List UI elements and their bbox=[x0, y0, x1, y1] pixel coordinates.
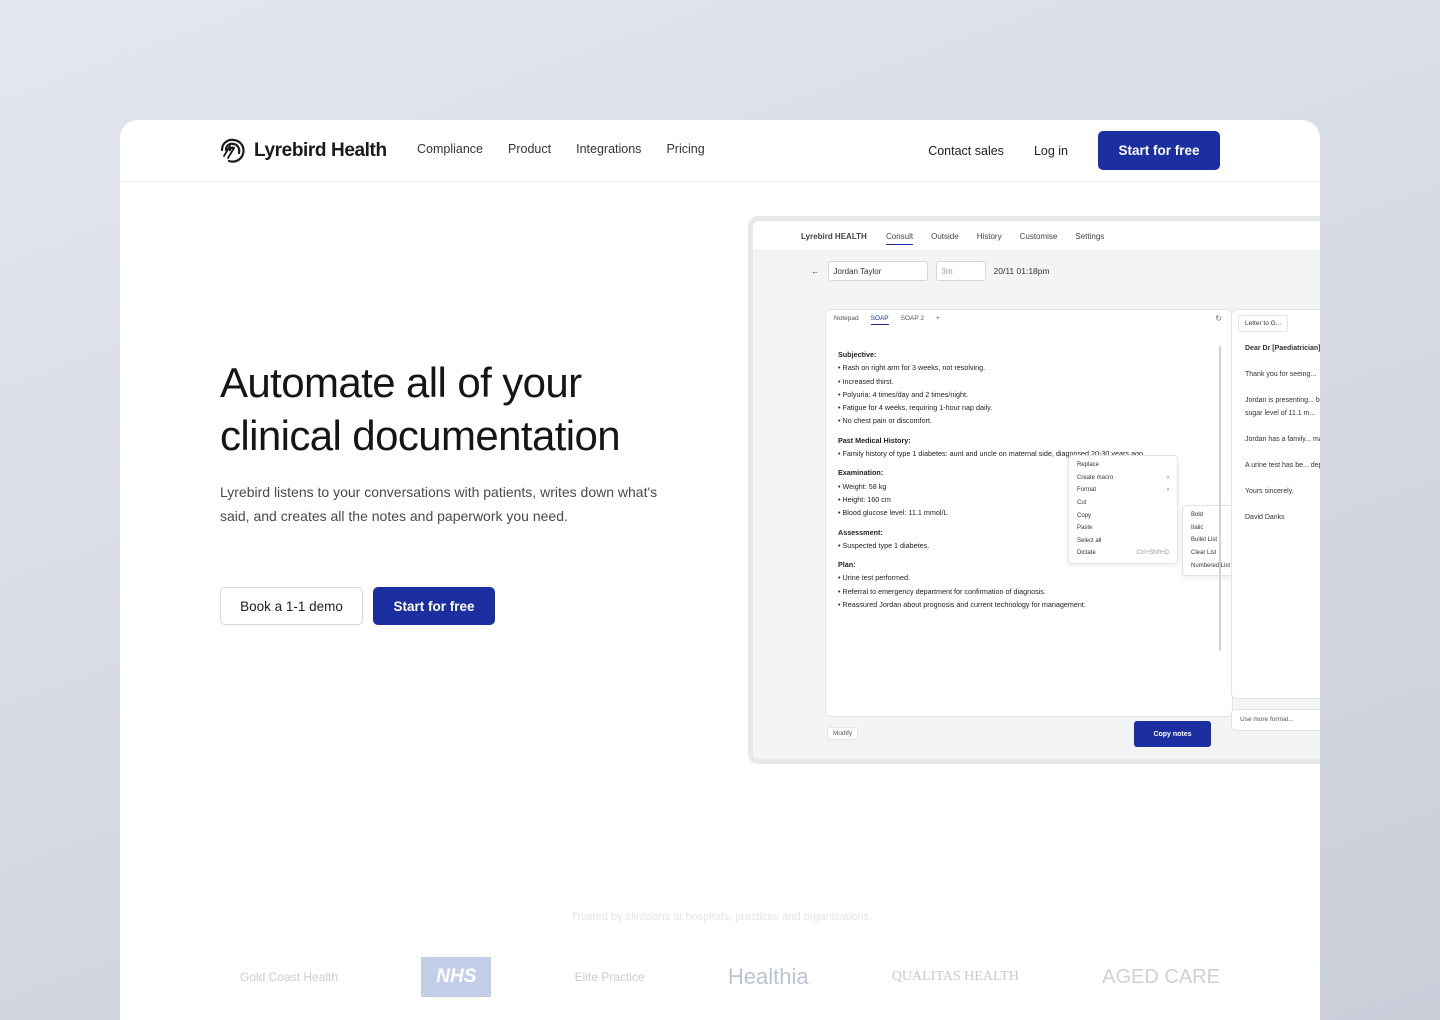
preview-toolbar: ← Jordan Taylor 3m 20/11 01:18pm bbox=[811, 261, 1050, 281]
hero-start-for-free-button[interactable]: Start for free bbox=[373, 587, 495, 625]
note-line: Increased thirst. bbox=[838, 375, 1198, 388]
note-tabs: Notepad SOAP SOAP 2 + bbox=[834, 315, 940, 325]
menu-item-paste[interactable]: Paste bbox=[1069, 522, 1177, 535]
note-line: Referral to emergency department for con… bbox=[838, 585, 1198, 598]
menu-item-copy[interactable]: Copy bbox=[1069, 509, 1177, 522]
preview-tab-consult[interactable]: Consult bbox=[886, 232, 914, 245]
preview-topbar: Lyrebird HEALTH Consult Outside History … bbox=[753, 221, 1320, 251]
patient-name: Jordan Taylor bbox=[833, 266, 882, 276]
nav-actions: Contact sales Log in Start for free bbox=[928, 131, 1220, 170]
modify-button[interactable]: Modify bbox=[827, 727, 859, 740]
elite-practice-logo: Elite Practice bbox=[574, 970, 645, 984]
copy-notes-button[interactable]: Copy notes bbox=[1134, 721, 1211, 747]
qualitas-logo: QUALITAS HEALTH bbox=[891, 969, 1019, 984]
menu-item-create-macro[interactable]: Create macro › bbox=[1069, 472, 1177, 485]
patient-name-input[interactable]: Jordan Taylor bbox=[827, 261, 928, 281]
add-tab-icon[interactable]: + bbox=[936, 315, 940, 325]
nav-link-integrations[interactable]: Integrations bbox=[576, 142, 641, 156]
letter-paragraph: Jordan is presenting... been experiencin… bbox=[1245, 397, 1320, 417]
hero-buttons: Book a 1-1 demo Start for free bbox=[220, 587, 495, 625]
navbar: Lyrebird Health Compliance Product Integ… bbox=[120, 120, 1320, 182]
preview-tab-outside[interactable]: Outside bbox=[931, 232, 959, 245]
book-demo-button[interactable]: Book a 1-1 demo bbox=[220, 587, 363, 625]
note-line: Polyuria: 4 times/day and 2 times/night. bbox=[838, 388, 1198, 401]
letter-paragraph: Jordan has a family... maternal side dia… bbox=[1245, 436, 1320, 443]
note-line: Reassured Jordan about prognosis and cur… bbox=[838, 598, 1198, 611]
letter-salutation: Dear Dr [Paediatrician] bbox=[1245, 345, 1320, 352]
hero-title-line2: clinical documentation bbox=[220, 412, 621, 459]
lyrebird-logo-icon bbox=[220, 138, 245, 163]
duration-select[interactable]: 3m bbox=[935, 261, 986, 281]
duration: 3m bbox=[941, 266, 953, 276]
hero-description: Lyrebird listens to your conversations w… bbox=[220, 484, 658, 524]
healthia-logo: Healthia bbox=[727, 964, 809, 989]
letter-paragraph: A urine test has be... department for co… bbox=[1245, 462, 1320, 469]
partner-logos: Gold Coast Health NHS Elite Practice Hea… bbox=[240, 957, 1220, 997]
note-section-title: Subjective: bbox=[838, 350, 877, 359]
menu-item-replace[interactable]: Replace bbox=[1069, 459, 1177, 472]
note-line: Urine test performed. bbox=[838, 571, 1198, 584]
hero-title-line1: Automate all of your bbox=[220, 359, 582, 406]
menu-item-dictate[interactable]: Dictate Ctrl+Shift+D bbox=[1069, 547, 1177, 560]
note-tab-notepad[interactable]: Notepad bbox=[834, 315, 859, 325]
gold-coast-health-logo: Gold Coast Health bbox=[240, 970, 339, 984]
menu-item-format[interactable]: Format › bbox=[1069, 484, 1177, 497]
contact-sales-link[interactable]: Contact sales bbox=[928, 144, 1004, 158]
note-line: Rash on right arm for 3 weeks, not resol… bbox=[838, 361, 1198, 374]
letter-tab[interactable]: Letter to G... bbox=[1238, 315, 1289, 332]
nav-link-compliance[interactable]: Compliance bbox=[417, 142, 483, 156]
trust-text: Trusted by clinicians at hospitals, prac… bbox=[571, 911, 869, 923]
preview-tab-history[interactable]: History bbox=[977, 232, 1002, 245]
page: Lyrebird Health Compliance Product Integ… bbox=[120, 120, 1320, 1020]
nav-link-product[interactable]: Product bbox=[508, 142, 551, 156]
note-tab-soap2[interactable]: SOAP 2 bbox=[901, 315, 924, 325]
letter-body[interactable]: Dear Dr [Paediatrician] Thank you for se… bbox=[1245, 342, 1320, 537]
hero-title: Automate all of your clinical documentat… bbox=[220, 356, 740, 462]
preview-tab-customise[interactable]: Customise bbox=[1020, 232, 1058, 245]
nav-links: Compliance Product Integrations Pricing bbox=[417, 142, 705, 156]
letter-panel: Letter to G... Dear Dr [Paediatrician] T… bbox=[1231, 309, 1320, 699]
note-line: No chest pain or discomfort. bbox=[838, 414, 1198, 427]
preview-tabs: Consult Outside History Customise Settin… bbox=[886, 232, 1104, 245]
aged-care-logo: AGED CARE bbox=[1102, 965, 1220, 988]
start-for-free-button[interactable]: Start for free bbox=[1098, 131, 1220, 170]
logo[interactable]: Lyrebird Health bbox=[218, 136, 387, 166]
login-link[interactable]: Log in bbox=[1034, 144, 1068, 158]
menu-item-select-all[interactable]: Select all bbox=[1069, 535, 1177, 548]
letter-signoff: Yours sincerely, bbox=[1245, 488, 1294, 495]
menu-item-cut[interactable]: Cut bbox=[1069, 497, 1177, 510]
note-section-title: Past Medical History: bbox=[838, 435, 911, 445]
consult-datetime: 20/11 01:18pm bbox=[993, 266, 1050, 276]
refresh-icon[interactable]: ↻ bbox=[1215, 314, 1222, 323]
context-menu: Replace Create macro › Format › Cut Copy P… bbox=[1068, 455, 1178, 564]
letter-signature: David Danks bbox=[1245, 514, 1285, 521]
note-panel: Notepad SOAP SOAP 2 + ↻ Subjective: Rash… bbox=[825, 309, 1258, 717]
letter-instruction-input[interactable]: Use more formal... bbox=[1231, 709, 1320, 731]
nhs-logo: NHS bbox=[421, 957, 492, 997]
note-line: Fatigue for 4 weeks, requiring 1-hour na… bbox=[838, 401, 1198, 414]
note-tab-soap[interactable]: SOAP bbox=[870, 315, 889, 325]
nav-link-pricing[interactable]: Pricing bbox=[666, 142, 704, 156]
letter-paragraph: Thank you for seeing... bbox=[1245, 371, 1317, 378]
preview-tab-settings[interactable]: Settings bbox=[1075, 232, 1104, 245]
brand-name: Lyrebird Health bbox=[254, 140, 387, 161]
app-preview: Lyrebird HEALTH Consult Outside History … bbox=[748, 216, 1320, 764]
note-scrollbar[interactable] bbox=[1219, 346, 1221, 651]
back-arrow-icon[interactable]: ← bbox=[811, 266, 820, 276]
preview-brand: Lyrebird HEALTH bbox=[801, 232, 867, 241]
